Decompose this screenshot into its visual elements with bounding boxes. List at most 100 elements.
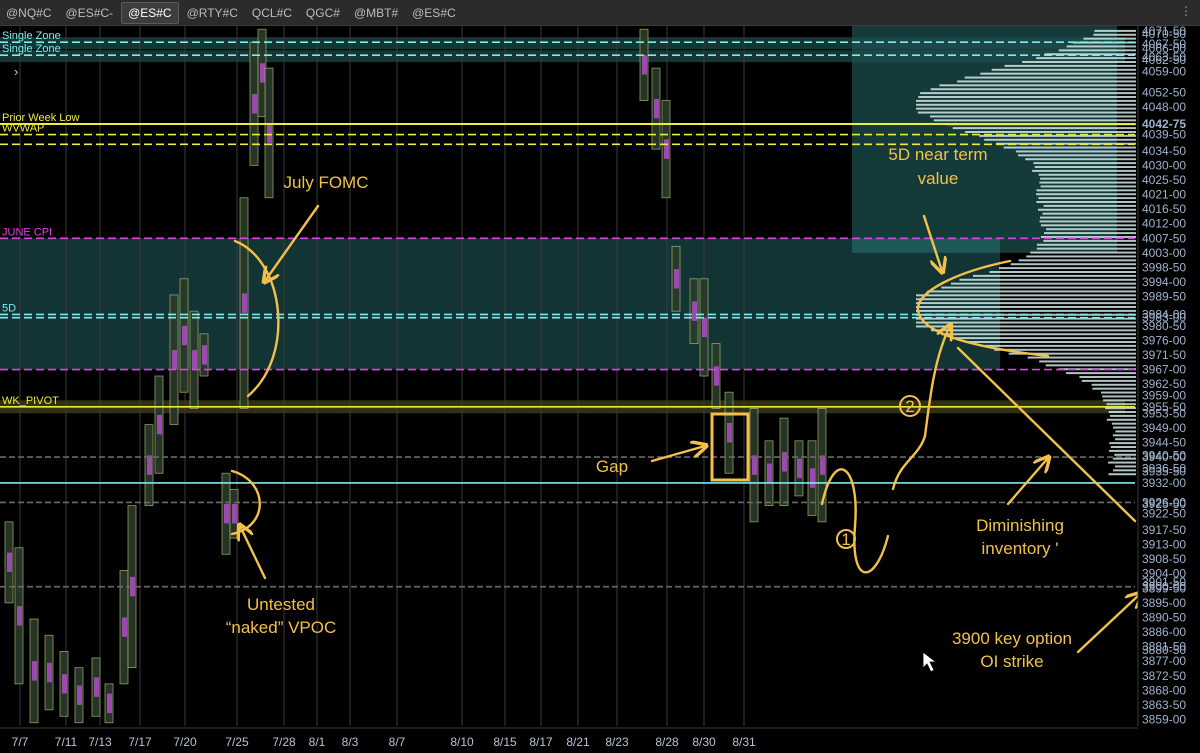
tab-mbt-6[interactable]: @MBT# <box>348 3 404 23</box>
profile-row <box>918 112 1136 114</box>
level-label: JUNE CPI <box>2 226 52 238</box>
profile-row <box>1032 170 1136 172</box>
date-axis: 7/7 7/11 7/13 7/17 7/20 7/25 7/28 8/1 8/3 8/7 8/10… <box>0 728 1200 753</box>
session-poc <box>202 345 207 364</box>
session-poc <box>782 452 787 471</box>
profile-row <box>1028 357 1136 359</box>
level-label: WVWAP <box>2 123 44 135</box>
single-zone-band <box>0 37 1125 49</box>
annotation-text: “naked” VPOC <box>226 618 337 637</box>
date-tick-label: 8/10 <box>450 735 474 749</box>
date-tick-label: 8/15 <box>493 735 517 749</box>
price-tick-label: 3976-00 <box>1142 333 1186 347</box>
profile-row <box>934 119 1136 121</box>
tab-nqc-0[interactable]: @NQ#C <box>0 3 58 23</box>
profile-row <box>959 279 1136 281</box>
profile-row <box>916 100 1136 102</box>
tab-esc-1[interactable]: @ES#C- <box>60 3 120 23</box>
profile-row <box>989 271 1136 273</box>
profile-row <box>1011 263 1136 265</box>
price-tick-label: 4052-50 <box>1142 85 1186 99</box>
profile-row <box>931 329 1136 331</box>
price-tick-label: 3913-00 <box>1142 538 1186 552</box>
profile-row <box>1109 442 1136 444</box>
profile-row <box>980 73 1136 75</box>
price-tick-label: 3886-00 <box>1142 625 1186 639</box>
profile-row <box>1019 259 1136 261</box>
date-tick-label: 7/28 <box>272 735 296 749</box>
profile-row <box>1040 178 1136 180</box>
profile-row <box>957 80 1136 82</box>
session-poc <box>252 94 257 113</box>
profile-row <box>1111 446 1136 448</box>
level-label: 5D <box>2 302 16 314</box>
profile-row <box>1101 392 1136 394</box>
tab-qclc-4[interactable]: QCL#C <box>246 3 298 23</box>
profile-row <box>1039 360 1136 362</box>
session-poc <box>157 415 162 434</box>
session-poc <box>192 350 197 369</box>
price-tick-label: 3890-50 <box>1142 610 1186 624</box>
session-poc <box>147 455 152 474</box>
profile-row <box>930 115 1136 117</box>
profile-row <box>1037 244 1136 246</box>
price-tick-label: 3868-00 <box>1142 683 1186 697</box>
profile-row <box>931 88 1136 90</box>
profile-row <box>916 108 1136 110</box>
profile-row <box>1036 189 1136 191</box>
price-tick-label: 4030-00 <box>1142 158 1186 172</box>
profile-row <box>1038 209 1136 211</box>
session-poc <box>182 326 187 345</box>
annotation-text: inventory ' <box>982 539 1059 558</box>
tab-esc-7[interactable]: @ES#C <box>406 3 462 23</box>
profile-row <box>1102 395 1136 397</box>
tab-rtyc-3[interactable]: @RTY#C <box>181 3 244 23</box>
price-tick-label: 3980-50 <box>1142 319 1186 333</box>
profile-row <box>1082 380 1136 382</box>
overflow-menu-icon[interactable]: ⋮ <box>1180 4 1192 18</box>
price-tick-label: 3932-00 <box>1142 476 1186 490</box>
price-tick-label: 3953-50 <box>1142 406 1186 420</box>
tab-qgc-5[interactable]: QGC# <box>300 3 346 23</box>
profile-row <box>1108 473 1136 475</box>
profile-row <box>916 310 1136 312</box>
price-tick-label: 4003-00 <box>1142 246 1186 260</box>
annotation-arrow <box>652 446 705 461</box>
profile-row <box>1036 201 1136 203</box>
profile-row <box>973 275 1136 277</box>
annotation-text: 1 <box>841 530 850 549</box>
price-tick-label: 3967-00 <box>1142 363 1186 377</box>
value-zones <box>0 26 1125 413</box>
profile-row <box>1114 454 1136 456</box>
tab-esc-2[interactable]: @ES#C <box>121 2 179 24</box>
profile-row <box>1113 458 1136 460</box>
profile-row <box>1115 465 1136 467</box>
date-tick-label: 8/17 <box>529 735 553 749</box>
profile-row <box>1093 34 1136 36</box>
profile-row <box>916 294 1136 296</box>
date-tick-label: 7/11 <box>55 735 78 749</box>
price-profile-bars <box>5 29 826 723</box>
profile-row <box>1036 193 1136 195</box>
date-tick-label: 8/28 <box>655 735 679 749</box>
profile-row <box>1039 174 1136 176</box>
market-profile-chart[interactable]: Single ZoneSingle ZonePrior Week LowWVWA… <box>0 26 1200 753</box>
price-tick-label: 3895-00 <box>1142 596 1186 610</box>
profile-row <box>941 287 1136 289</box>
annotation-text: July FOMC <box>284 173 369 192</box>
profile-row <box>1109 450 1136 452</box>
profile-row <box>951 283 1136 285</box>
profile-row <box>1036 57 1136 59</box>
session-poc <box>17 606 22 625</box>
price-tick-label: 4048-00 <box>1142 100 1186 114</box>
profile-row <box>1103 399 1136 401</box>
session-poc <box>727 423 732 442</box>
profile-row <box>1046 364 1136 366</box>
level-label: Single Zone <box>2 43 61 55</box>
price-tick-label: 4016-50 <box>1142 202 1186 216</box>
profile-row <box>916 298 1136 300</box>
profile-row <box>1106 403 1136 405</box>
price-tick-label: 3899-50 <box>1142 581 1186 595</box>
price-tick-label: 3940-50 <box>1142 448 1186 462</box>
chevron-right-icon[interactable]: › <box>14 64 18 79</box>
